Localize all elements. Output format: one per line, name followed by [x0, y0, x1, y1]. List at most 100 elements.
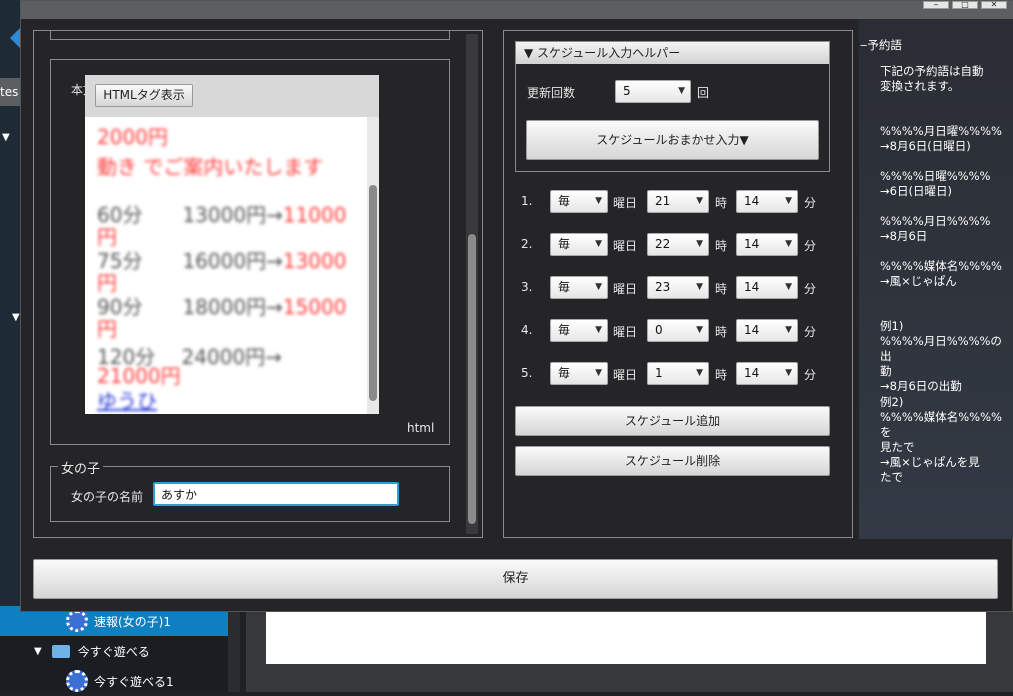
day-label: 曜日 — [613, 325, 638, 339]
reserved-words-title: ‒予約語 — [860, 38, 902, 52]
minute-value: 14 — [744, 237, 760, 251]
update-count-value: 5 — [623, 84, 631, 98]
tree-scrollbar[interactable] — [228, 612, 240, 692]
minute-label: 分 — [804, 325, 817, 339]
html-mode-label: html — [407, 421, 435, 435]
hour-select[interactable]: 22 ▼ — [647, 233, 709, 256]
minute-value: 14 — [744, 280, 760, 294]
schedule-row-number: 5. — [521, 366, 533, 380]
dropdown-arrow-icon: ▼ — [696, 239, 703, 249]
background-editor — [246, 612, 1013, 692]
chevron-left-icon[interactable] — [10, 28, 20, 48]
day-select[interactable]: 毎 ▼ — [550, 362, 608, 385]
scroll-thumb[interactable] — [369, 185, 377, 401]
background-tab[interactable]: tes — [0, 78, 20, 106]
dropdown-arrow-icon: ▼ — [595, 196, 602, 206]
dropdown-arrow-icon: ▼ — [785, 239, 792, 249]
reserved-word-example: %%%%月日%%%% →8月6日 — [880, 214, 991, 243]
minute-select[interactable]: 14 ▼ — [736, 319, 798, 342]
dropdown-arrow-icon: ▼ — [696, 368, 703, 378]
girl-group-label: 女の子 — [58, 458, 104, 477]
gear-icon — [66, 610, 88, 632]
minute-select[interactable]: 14 ▼ — [736, 276, 798, 299]
hour-label: 時 — [715, 282, 728, 296]
html-tag-toggle-button[interactable]: HTMLタグ表示 — [95, 84, 193, 107]
preview-line: 円 — [97, 317, 117, 341]
day-value: 毎 — [558, 194, 571, 208]
hour-value: 0 — [655, 323, 663, 337]
minute-value: 14 — [744, 366, 760, 380]
minute-select[interactable]: 14 ▼ — [736, 233, 798, 256]
dropdown-arrow-icon: ▼ — [785, 368, 792, 378]
upper-panel-edge — [50, 30, 450, 40]
hour-label: 時 — [715, 325, 728, 339]
reserved-word-example: %%%%媒体名%%%% →風×じゃぱん — [880, 259, 1002, 288]
add-schedule-button[interactable]: スケジュール追加 — [515, 406, 830, 436]
day-value: 毎 — [558, 366, 571, 380]
maximize-button[interactable]: □ — [952, 1, 978, 9]
dropdown-arrow-icon: ▼ — [785, 196, 792, 206]
preview-line: 動き でご案内いたします — [97, 155, 324, 179]
day-select[interactable]: 毎 ▼ — [550, 319, 608, 342]
schedule-helper-header[interactable]: ▼ スケジュール入力ヘルパー — [516, 42, 829, 64]
hour-label: 時 — [715, 196, 728, 210]
hour-label: 時 — [715, 368, 728, 382]
scroll-thumb[interactable] — [468, 234, 476, 524]
schedule-row-number: 3. — [521, 280, 533, 294]
background-tree: 速報(女の子)1 ▼ 今すぐ遊べる 今すぐ遊べる1 — [0, 606, 232, 692]
tree-item-imasugu-folder[interactable]: ▼ 今すぐ遊べる — [0, 636, 232, 666]
day-label: 曜日 — [613, 368, 638, 382]
minute-select[interactable]: 14 ▼ — [736, 190, 798, 213]
hour-select[interactable]: 0 ▼ — [647, 319, 709, 342]
preview-line: 2000円 — [97, 125, 168, 149]
preview-price-line: 75分 16000円→13000 — [97, 249, 347, 273]
day-value: 毎 — [558, 280, 571, 294]
minute-value: 14 — [744, 194, 760, 208]
schedule-row-number: 2. — [521, 237, 533, 251]
day-select[interactable]: 毎 ▼ — [550, 233, 608, 256]
dropdown-arrow-icon: ▼ — [785, 325, 792, 335]
dropdown-arrow-icon: ▼ — [595, 282, 602, 292]
save-button[interactable]: 保存 — [33, 559, 998, 599]
day-label: 曜日 — [613, 282, 638, 296]
preview-scrollbar[interactable] — [367, 117, 379, 414]
preview-price-line: 60分 13000円→11000 — [97, 203, 347, 227]
close-button[interactable]: ✕ — [981, 1, 1007, 9]
day-select[interactable]: 毎 ▼ — [550, 190, 608, 213]
girl-name-label: 女の子の名前 — [71, 490, 144, 504]
hour-value: 1 — [655, 366, 663, 380]
minimize-button[interactable]: ‒ — [923, 1, 949, 9]
minute-label: 分 — [804, 196, 817, 210]
day-label: 曜日 — [613, 239, 638, 253]
expand-triangle-icon[interactable]: ▼ — [2, 132, 10, 143]
tree-item-label: 今すぐ遊べる — [77, 644, 150, 659]
hour-select[interactable]: 1 ▼ — [647, 362, 709, 385]
hour-select[interactable]: 21 ▼ — [647, 190, 709, 213]
minute-label: 分 — [804, 239, 817, 253]
reserved-words-intro: 下記の予約語は自動 変換されます。 — [880, 64, 984, 93]
hour-label: 時 — [715, 239, 728, 253]
reserved-word-example: 例2) %%%%媒体名%%%%を 見たで →風×じゃぱんを見 たで — [880, 395, 1002, 484]
schedule-row-number: 4. — [521, 323, 533, 337]
content-scrollbar[interactable] — [466, 34, 478, 534]
preview-price-line: 90分 18000円→15000 — [97, 295, 347, 319]
reserved-word-example: %%%%月日曜%%%% →8月6日(日曜日) — [880, 124, 1002, 153]
expand-triangle-icon[interactable]: ▼ — [12, 312, 20, 323]
update-count-unit: 回 — [697, 86, 710, 100]
dropdown-arrow-icon: ▼ — [696, 325, 703, 335]
hour-value: 21 — [655, 194, 671, 208]
hour-select[interactable]: 23 ▼ — [647, 276, 709, 299]
html-preview[interactable]: HTMLタグ表示 2000円 動き でご案内いたします 60分 13000円→1… — [85, 75, 379, 414]
title-bar[interactable]: ‒ □ ✕ — [21, 1, 1013, 19]
update-count-select[interactable]: 5 ▼ — [615, 80, 691, 103]
day-value: 毎 — [558, 237, 571, 251]
hour-value: 23 — [655, 280, 671, 294]
girl-name-input[interactable] — [153, 482, 399, 506]
expand-triangle-icon[interactable]: ▼ — [34, 646, 42, 657]
delete-schedule-button[interactable]: スケジュール削除 — [515, 446, 830, 476]
auto-schedule-button[interactable]: スケジュールおまかせ入力▼ — [526, 120, 819, 160]
day-select[interactable]: 毎 ▼ — [550, 276, 608, 299]
editor-text-area[interactable] — [266, 612, 986, 664]
preview-link[interactable]: ゆうひ — [97, 385, 157, 414]
minute-select[interactable]: 14 ▼ — [736, 362, 798, 385]
